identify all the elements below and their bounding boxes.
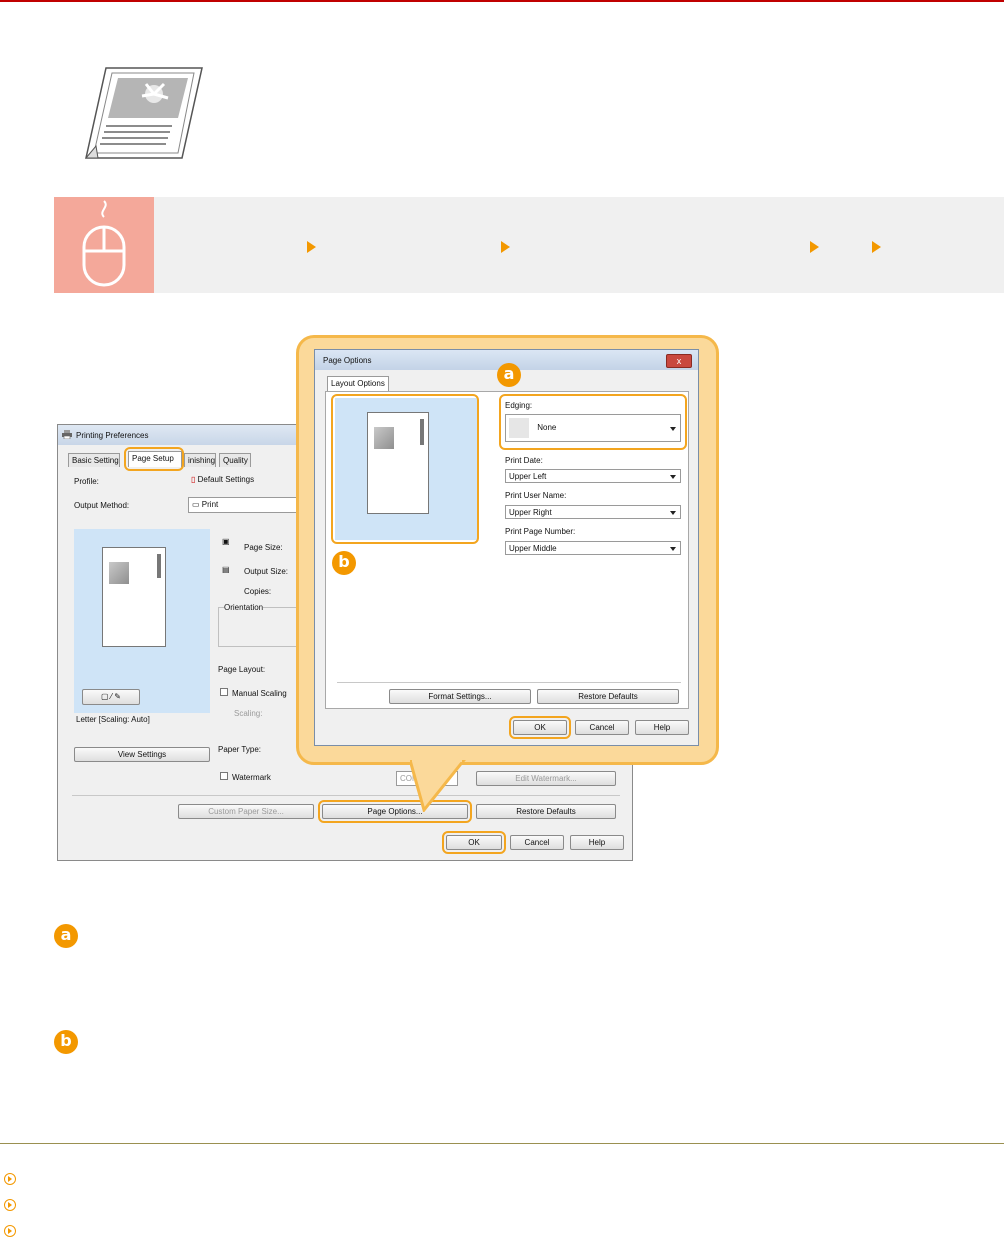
output-method-label: Output Method: xyxy=(74,501,130,510)
preview-highlight xyxy=(331,394,479,544)
dialog-restore-defaults-button[interactable]: Restore Defaults xyxy=(537,689,679,704)
print-date-label: Print Date: xyxy=(505,456,543,465)
circle-arrow-link-icon[interactable] xyxy=(4,1225,16,1237)
orientation-group xyxy=(218,607,300,647)
layout-toggle-icon: ▢ ⁄ ✎ xyxy=(100,692,122,701)
watermark-label: Watermark xyxy=(232,773,271,782)
dialog-help-button[interactable]: Help xyxy=(635,720,689,735)
dialog-title: Page Options xyxy=(323,356,372,365)
print-user-name-label: Print User Name: xyxy=(505,491,567,500)
profile-value: Default Settings xyxy=(197,475,255,484)
tab-basic-settings[interactable]: Basic Setting xyxy=(68,453,120,467)
preview-caption: Letter [Scaling: Auto] xyxy=(76,715,150,724)
restore-defaults-button[interactable]: Restore Defaults xyxy=(476,804,616,819)
copies-label: Copies: xyxy=(244,587,272,596)
close-button[interactable]: x xyxy=(666,354,692,368)
orange-triangle-icon xyxy=(810,241,819,253)
edging-highlight xyxy=(499,394,687,450)
tab-quality[interactable]: Quality xyxy=(219,453,251,467)
callout-a-badge: a xyxy=(497,363,521,387)
tab-layout-options[interactable]: Layout Options xyxy=(327,376,389,392)
print-icon: ▭ xyxy=(192,500,200,509)
profile-label: Profile: xyxy=(74,477,99,486)
cancel-button[interactable]: Cancel xyxy=(510,835,564,850)
view-settings-button[interactable]: View Settings xyxy=(74,747,210,762)
close-icon: x xyxy=(676,356,682,366)
circle-arrow-link-icon[interactable] xyxy=(4,1173,16,1185)
dialog-cancel-button[interactable]: Cancel xyxy=(575,720,629,735)
operation-banner xyxy=(54,197,1004,293)
window-title: Printing Preferences xyxy=(76,431,149,440)
mouse-click-icon xyxy=(54,197,154,293)
manual-scaling-label: Manual Scaling xyxy=(232,689,287,698)
print-user-name-value: Upper Right xyxy=(509,508,552,517)
printer-icon xyxy=(62,430,72,441)
page-options-dialog: Page Options x Layout Options Edging: No… xyxy=(314,349,699,746)
top-rule xyxy=(0,0,1004,2)
edit-watermark-button[interactable]: Edit Watermark... xyxy=(476,771,616,786)
output-method-select[interactable]: ▭ Print xyxy=(188,497,298,513)
preview-page xyxy=(102,547,166,647)
tab-finishing[interactable]: inishing xyxy=(184,453,216,467)
print-user-name-select[interactable]: Upper Right xyxy=(505,505,681,519)
output-size-label: Output Size: xyxy=(244,567,289,576)
dialog-ok-highlight xyxy=(509,716,571,739)
preview-area: ▢ ⁄ ✎ xyxy=(74,529,210,713)
orientation-label: Orientation xyxy=(224,603,264,612)
print-page-number-value: Upper Middle xyxy=(509,544,557,553)
orange-triangle-icon xyxy=(872,241,881,253)
format-settings-button[interactable]: Format Settings... xyxy=(389,689,531,704)
ok-button-highlight xyxy=(442,831,506,854)
orange-triangle-icon xyxy=(307,241,316,253)
callout-b-badge: b xyxy=(332,551,356,575)
paper-type-label: Paper Type: xyxy=(218,745,261,754)
orange-triangle-icon xyxy=(501,241,510,253)
profile-select[interactable]: ▯ Default Settings xyxy=(188,473,298,489)
page-setup-tab-highlight xyxy=(124,447,184,471)
preview-toggle-button[interactable]: ▢ ⁄ ✎ xyxy=(82,689,140,705)
bullet-b-icon: b xyxy=(54,1030,78,1054)
divider xyxy=(72,795,620,796)
print-date-value: Upper Left xyxy=(509,472,547,481)
page-size-icon: ▣ xyxy=(222,537,230,546)
help-button[interactable]: Help xyxy=(570,835,624,850)
output-method-value: Print xyxy=(201,500,219,509)
manual-scaling-checkbox[interactable] xyxy=(220,688,228,696)
bullet-a-icon: a xyxy=(54,924,78,948)
watermark-checkbox[interactable] xyxy=(220,772,228,780)
page-size-label: Page Size: xyxy=(244,543,283,552)
print-page-number-label: Print Page Number: xyxy=(505,527,576,536)
callout-pointer xyxy=(410,760,466,812)
footer-rule xyxy=(0,1143,1004,1144)
output-size-icon: ▤ xyxy=(222,565,230,574)
custom-paper-size-button[interactable]: Custom Paper Size... xyxy=(178,804,314,819)
bordered-photo-page-icon xyxy=(84,66,204,167)
circle-arrow-link-icon[interactable] xyxy=(4,1199,16,1211)
scaling-label: Scaling: xyxy=(234,709,263,718)
print-date-select[interactable]: Upper Left xyxy=(505,469,681,483)
profile-icon: ▯ xyxy=(191,475,196,484)
print-page-number-select[interactable]: Upper Middle xyxy=(505,541,681,555)
page-layout-label: Page Layout: xyxy=(218,665,266,674)
dialog-divider xyxy=(337,682,681,683)
